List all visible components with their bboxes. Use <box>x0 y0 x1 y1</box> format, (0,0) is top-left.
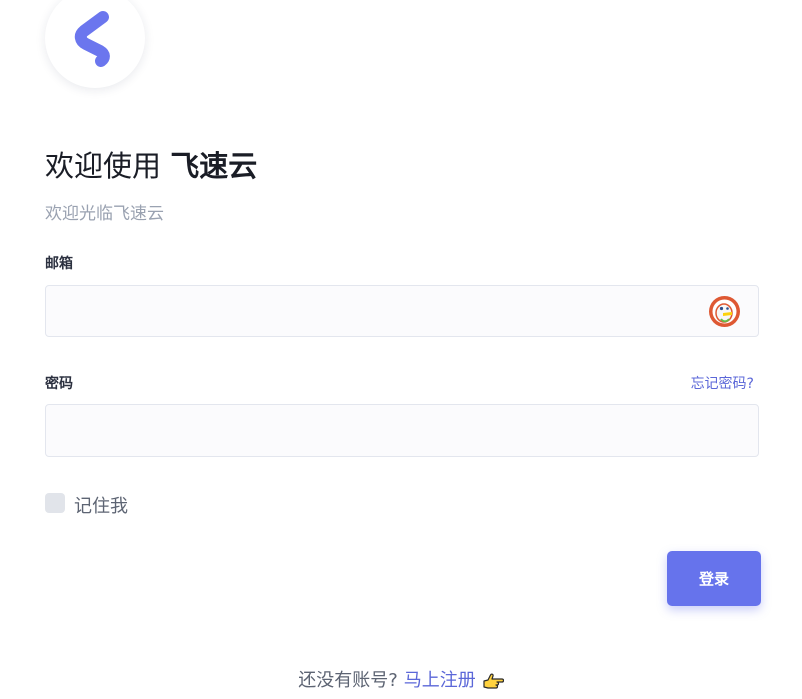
remember-me-label: 记住我 <box>74 496 128 517</box>
title-brand: 飞速云 <box>170 149 258 183</box>
s-logo-icon <box>74 11 110 67</box>
login-button[interactable]: 登录 <box>667 551 761 606</box>
forgot-password-link[interactable]: 忘记密码? <box>691 373 754 393</box>
email-label: 邮箱 <box>45 256 73 272</box>
page-subtitle: 欢迎光临飞速云 <box>45 204 164 224</box>
signup-prompt: 还没有账号? 马上注册 <box>0 666 802 692</box>
password-label: 密码 <box>45 376 73 392</box>
signup-link[interactable]: 马上注册 <box>404 670 476 691</box>
email-input[interactable] <box>45 285 759 337</box>
signup-prompt-text: 还没有账号? <box>298 670 398 691</box>
title-prefix: 欢迎使用 <box>45 149 162 183</box>
duckduckgo-icon[interactable] <box>708 295 741 328</box>
pointing-hand-icon <box>483 673 504 689</box>
remember-me-checkbox[interactable] <box>45 493 65 513</box>
page-title: 欢迎使用 飞速云 <box>45 143 257 185</box>
app-logo <box>45 0 145 88</box>
password-input[interactable] <box>45 404 759 457</box>
login-page: 欢迎使用 飞速云 欢迎光临飞速云 邮箱 密码 忘记密码? 记住我 登录 还没有账… <box>0 0 802 699</box>
